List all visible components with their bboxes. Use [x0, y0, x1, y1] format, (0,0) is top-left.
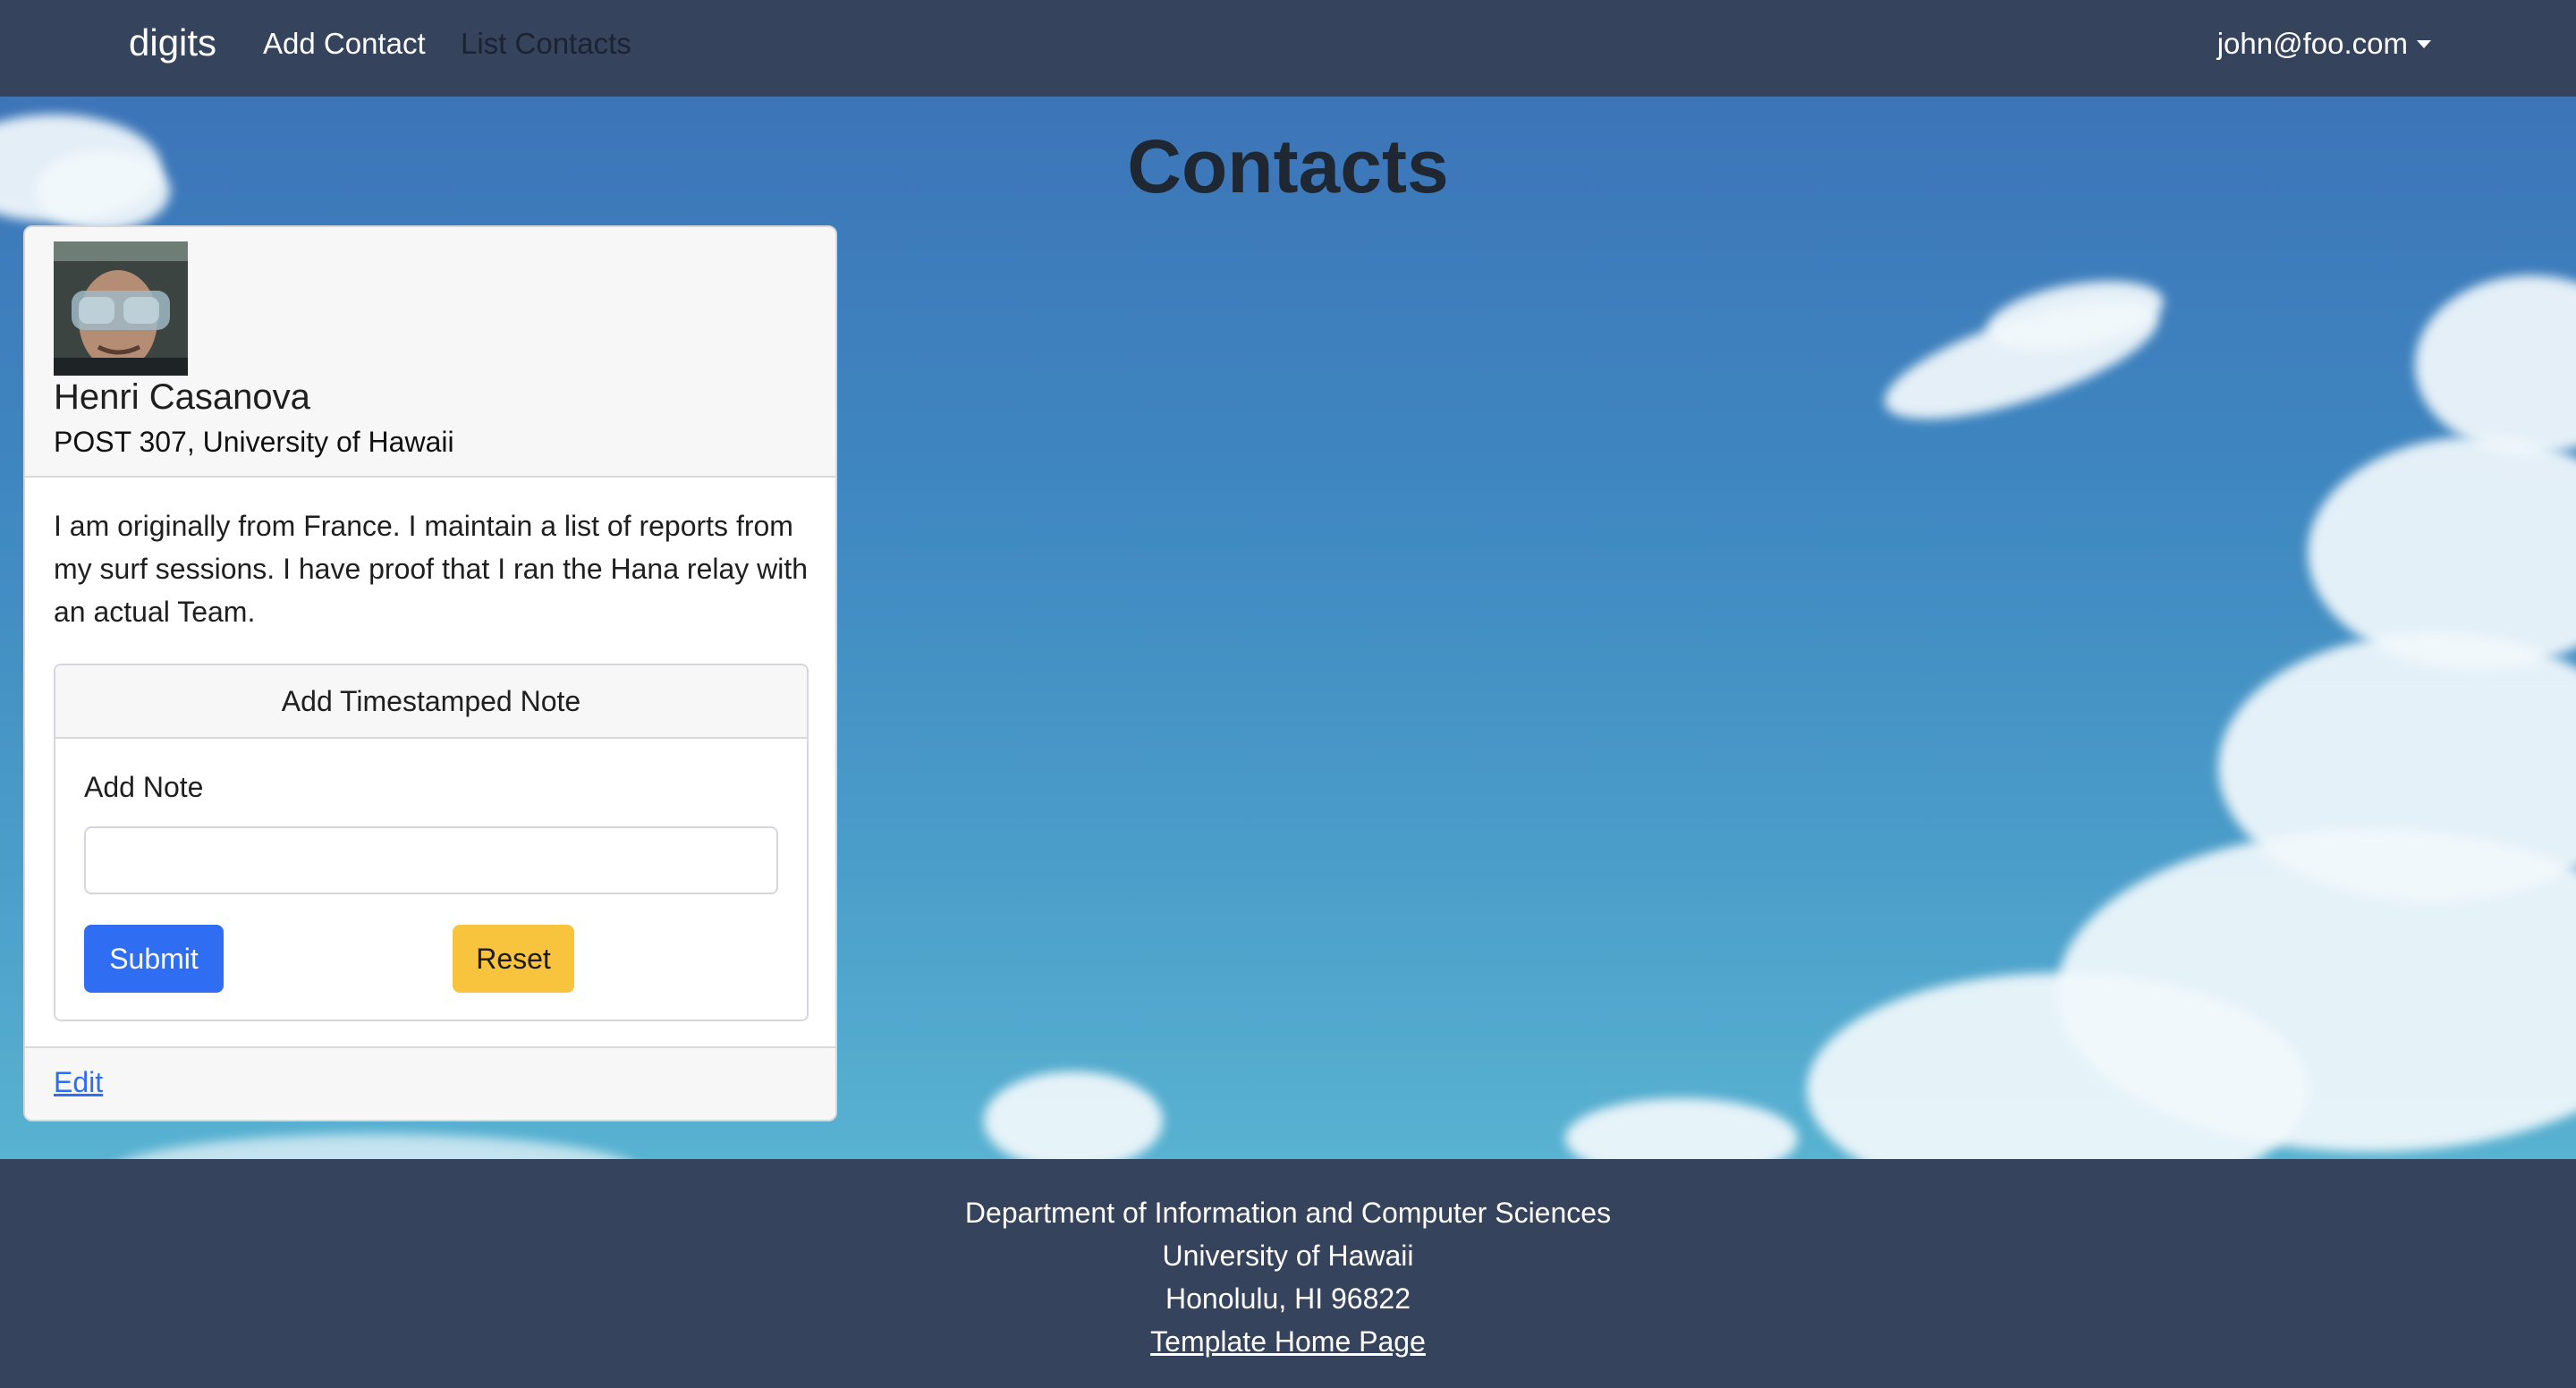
- user-dropdown[interactable]: john@foo.com: [2217, 27, 2431, 61]
- note-form-header: Add Timestamped Note: [55, 665, 807, 739]
- card-footer: Edit: [25, 1046, 835, 1120]
- note-input[interactable]: [84, 826, 778, 894]
- contact-name: Henri Casanova: [54, 377, 310, 417]
- footer-address: Honolulu, HI 96822: [1165, 1282, 1411, 1315]
- submit-button[interactable]: Submit: [84, 925, 224, 993]
- note-label: Add Note: [84, 771, 204, 803]
- contact-address: POST 307, University of Hawaii: [54, 426, 454, 458]
- template-home-link[interactable]: Template Home Page: [1150, 1325, 1426, 1358]
- add-note-form: Add Timestamped Note Add Note Submit Res…: [54, 664, 809, 1021]
- nav-list-contacts[interactable]: List Contacts: [461, 27, 631, 61]
- nav-add-contact[interactable]: Add Contact: [263, 27, 426, 61]
- navbar: digits Add Contact List Contacts john@fo…: [0, 0, 2576, 97]
- chevron-down-icon: [2417, 40, 2431, 48]
- avatar-image: [54, 241, 188, 376]
- page-title: Contacts: [1127, 124, 1449, 208]
- contact-description: I am originally from France. I maintain …: [54, 510, 809, 628]
- footer-university: University of Hawaii: [1162, 1240, 1414, 1272]
- avatar: [54, 241, 188, 376]
- edit-link[interactable]: Edit: [54, 1066, 103, 1099]
- footer-department: Department of Information and Computer S…: [964, 1197, 1612, 1229]
- brand-link[interactable]: digits: [129, 21, 216, 64]
- reset-button[interactable]: Reset: [453, 925, 574, 993]
- card-header: Henri Casanova POST 307, University of H…: [25, 227, 835, 478]
- contact-card: Henri Casanova POST 307, University of H…: [23, 225, 837, 1121]
- footer: Department of Information and Computer S…: [0, 1159, 2576, 1388]
- user-email: john@foo.com: [2216, 27, 2408, 60]
